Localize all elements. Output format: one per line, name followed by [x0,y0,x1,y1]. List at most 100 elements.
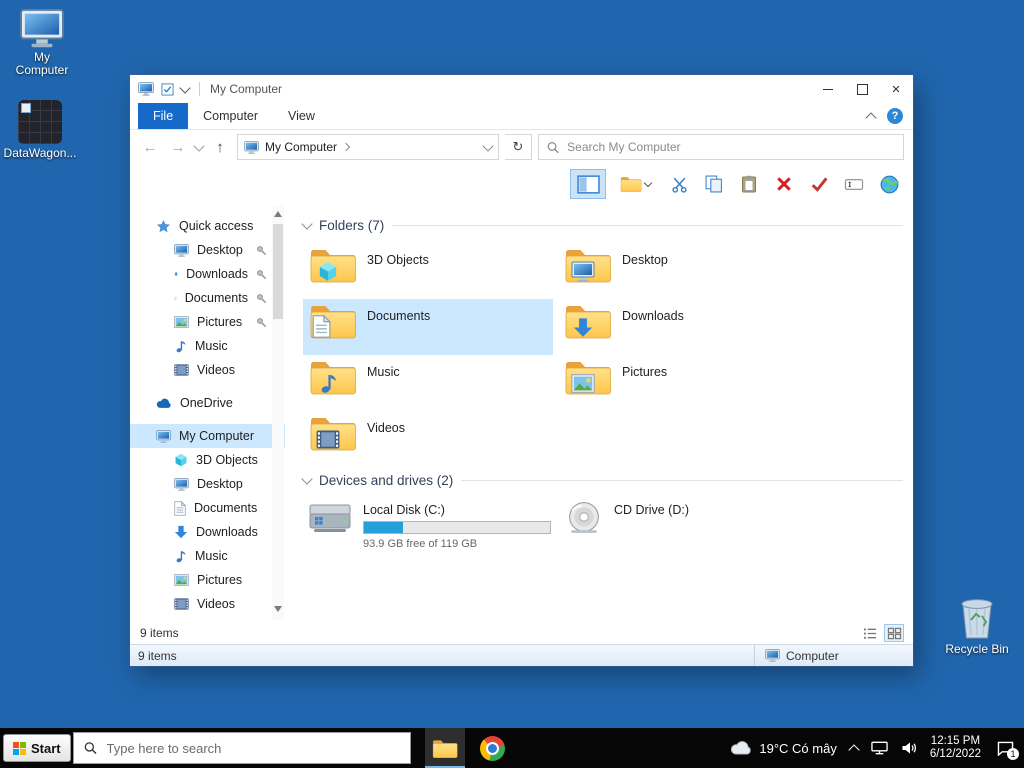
taskbar-search-input[interactable] [104,739,400,757]
tab-file[interactable]: File [138,103,189,129]
breadcrumb[interactable]: My Computer [265,140,337,154]
folder-label: Downloads [622,309,684,323]
select-button[interactable] [805,170,833,198]
search-icon [547,141,559,154]
sidebar-item-pc-documents[interactable]: Documents [130,496,285,520]
group-header-drives[interactable]: Devices and drives (2) [301,472,903,488]
breadcrumb-chevron-icon[interactable] [341,142,351,152]
desktop-icon-datawagon[interactable]: DataWagon... [4,100,76,160]
divider [199,82,200,96]
notification-badge: 1 [1007,748,1019,760]
tab-view[interactable]: View [273,103,330,129]
sidebar-item-videos[interactable]: Videos [130,358,285,382]
properties-icon[interactable] [161,83,174,96]
sidebar-item-desktop[interactable]: Desktop [130,238,285,262]
desktop-icon [174,478,189,491]
folder-tile-documents[interactable]: Documents [303,299,553,355]
pin-icon [256,293,267,304]
sidebar-item-music[interactable]: Music [130,334,285,358]
ethernet-icon[interactable] [871,741,888,755]
details-view-button[interactable] [861,625,879,641]
delete-icon [776,176,792,192]
forward-button[interactable]: → [167,139,189,156]
address-dropdown-icon[interactable] [482,139,494,152]
taskbar-app-file-explorer[interactable] [424,728,465,768]
preview-pane-button[interactable] [570,169,606,199]
start-button[interactable]: Start [3,734,71,762]
sidebar-item-my-computer[interactable]: My Computer [130,424,285,448]
qat-dropdown-icon[interactable] [179,81,191,94]
documents-icon [312,314,331,339]
search-input[interactable] [565,139,895,155]
folder-tile-desktop[interactable]: Desktop [558,243,808,299]
desktop-icon-recycle-bin[interactable]: Recycle Bin [941,596,1013,656]
downloads-icon [571,317,595,338]
drive-tile-local-disk-c[interactable]: Local Disk (C:) 93.9 GB free of 119 GB [303,498,558,553]
delete-button[interactable] [770,170,798,198]
collapse-ribbon-icon[interactable] [865,111,877,124]
sidebar-item-pc-music[interactable]: Music [130,544,285,568]
free-space-text: 93.9 GB free of 119 GB [363,538,478,550]
paste-button[interactable] [735,170,763,198]
recent-locations-icon[interactable] [193,139,205,152]
sidebar-scrollbar[interactable] [272,206,284,620]
scrollbar-thumb[interactable] [273,224,283,319]
folder-tile-music[interactable]: Music [303,355,553,411]
help-button[interactable]: ? [887,108,903,124]
speaker-icon[interactable] [901,741,917,755]
globe-icon [880,175,899,194]
search-box[interactable] [538,134,904,160]
weather-widget[interactable]: 19°C Có mây [730,741,837,756]
downloads-icon [174,267,178,281]
taskbar-app-chrome[interactable] [473,728,513,768]
sidebar-item-documents[interactable]: Documents [130,286,285,310]
close-button[interactable]: × [879,75,913,103]
show-hidden-icons-icon[interactable] [848,743,860,756]
sidebar-item-pc-downloads[interactable]: Downloads [130,520,285,544]
back-button[interactable]: ← [139,139,161,156]
command-bar [130,164,913,204]
new-folder-button[interactable] [612,170,658,198]
sidebar-item-pc-desktop[interactable]: Desktop [130,472,285,496]
sidebar-label: Desktop [197,477,243,491]
folder-tile-videos[interactable]: Videos [303,411,553,467]
sidebar-item-onedrive[interactable]: OneDrive [130,391,285,415]
cut-button[interactable] [665,170,693,198]
checkmark-icon [810,176,829,192]
folder-tile-3d-objects[interactable]: 3D Objects [303,243,553,299]
action-center-button[interactable]: 1 [994,738,1019,760]
icons-view-button[interactable] [884,624,904,642]
sidebar-label: Documents [184,291,248,305]
3d-objects-icon [174,453,188,467]
copy-button[interactable] [700,170,728,198]
file-explorer-icon [432,738,458,759]
up-button[interactable]: ↑ [209,139,231,156]
scroll-up-icon[interactable] [274,211,282,217]
group-header-folders[interactable]: Folders (7) [301,217,903,233]
folder-tile-pictures[interactable]: Pictures [558,355,808,411]
folder-tile-downloads[interactable]: Downloads [558,299,808,355]
videos-icon [174,364,189,376]
refresh-button[interactable]: ↻ [505,134,532,160]
desktop-icon-my-computer[interactable]: My Computer [6,8,78,77]
item-count: 9 items [140,626,179,640]
sidebar-item-pictures[interactable]: Pictures [130,310,285,334]
taskbar-search[interactable] [72,732,411,764]
network-button[interactable] [875,170,903,198]
sidebar-label: Documents [194,501,258,515]
drive-tile-cd-drive-d[interactable]: CD Drive (D:) [558,498,813,553]
preview-pane-icon [577,175,600,194]
sidebar-item-downloads[interactable]: Downloads [130,262,285,286]
tab-computer[interactable]: Computer [188,103,273,129]
sidebar-item-pc-videos[interactable]: Videos [130,592,285,616]
minimize-button[interactable] [811,75,845,103]
rename-button[interactable] [840,170,868,198]
sidebar-label: Music [195,549,228,563]
address-bar[interactable]: My Computer [237,134,499,160]
taskbar-clock[interactable]: 12:15 PM 6/12/2022 [930,735,981,761]
sidebar-item-pc-pictures[interactable]: Pictures [130,568,285,592]
scroll-down-icon[interactable] [274,606,282,612]
maximize-button[interactable] [845,75,879,103]
sidebar-item-3d-objects[interactable]: 3D Objects [130,448,285,472]
sidebar-item-quick-access[interactable]: Quick access [130,214,285,238]
